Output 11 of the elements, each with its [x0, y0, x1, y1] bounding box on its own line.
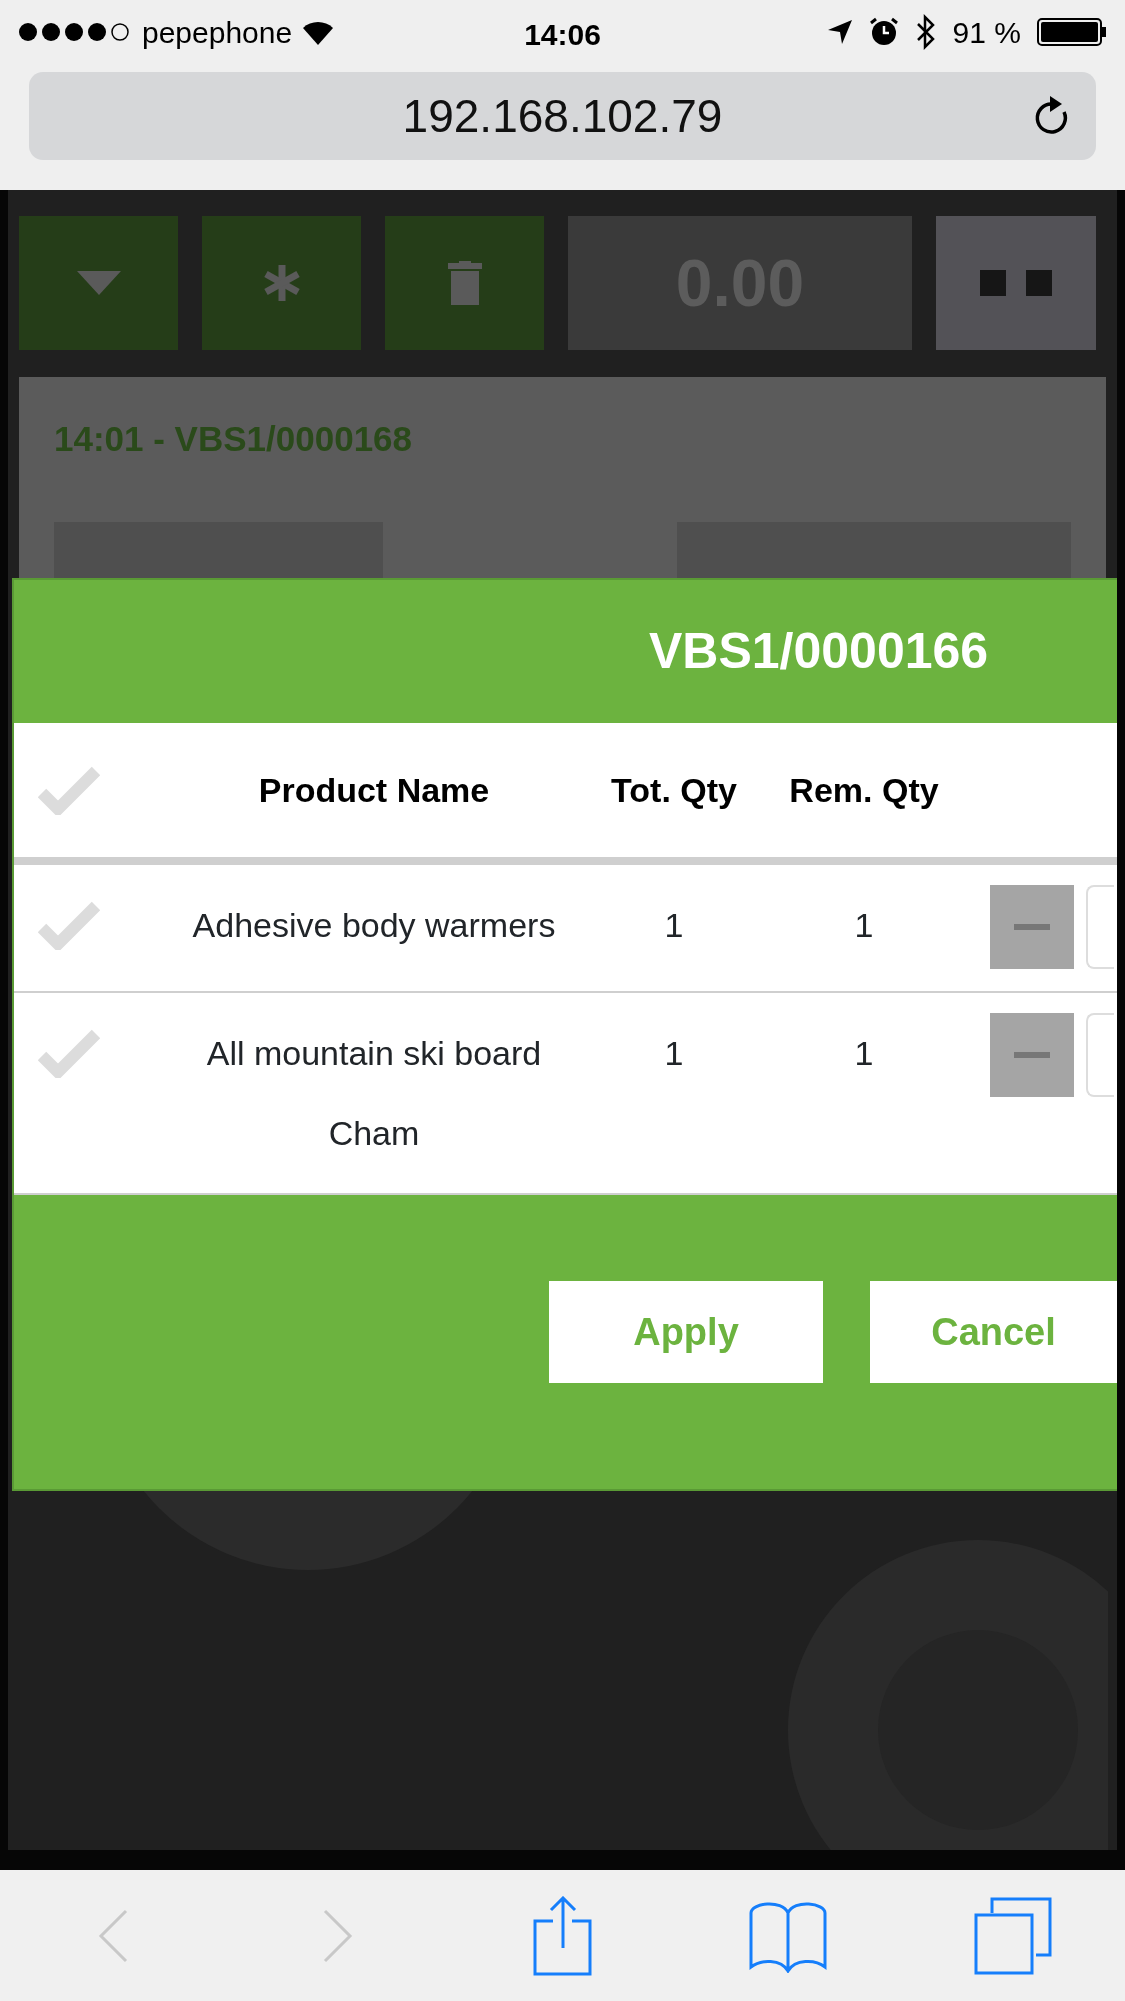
remaining-quantity: 1: [854, 906, 874, 944]
remaining-quantity: 1: [854, 1034, 874, 1072]
product-name: Adhesive body warmers: [192, 906, 556, 944]
product-name: All mountain ski board Cham: [206, 1034, 542, 1152]
order-title: 14:01 - VBS1/0000168: [54, 418, 414, 460]
clock-time: 14:06: [524, 18, 601, 51]
total-quantity: 1: [664, 1034, 684, 1072]
battery-percentage: 91 %: [952, 14, 1021, 51]
dialog-title: VBS1/0000166: [649, 622, 989, 681]
carrier-name: pepephone: [142, 14, 293, 51]
total-quantity: 1: [664, 906, 684, 944]
